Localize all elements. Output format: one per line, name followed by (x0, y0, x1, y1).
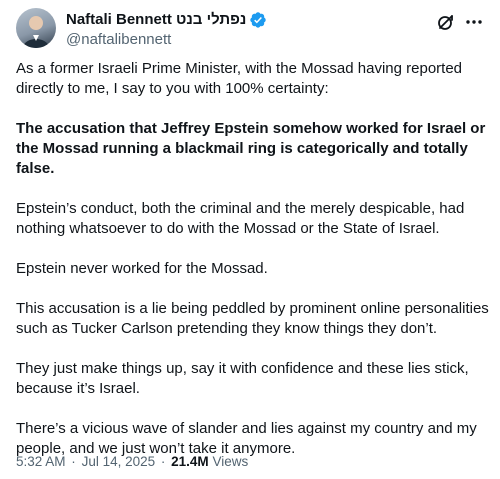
views-count: 21.4M (171, 454, 209, 469)
tweet-paragraph: As a former Israeli Prime Minister, with… (16, 60, 463, 97)
avatar[interactable] (16, 8, 56, 48)
grok-icon[interactable] (436, 12, 456, 32)
tweet-paragraph: They just make things up, say it with co… (16, 360, 469, 397)
author-handle[interactable]: @naftalibennett (66, 30, 267, 49)
meta-separator: · (160, 454, 166, 469)
tweet-date[interactable]: Jul 14, 2025 (82, 454, 156, 469)
tweet-time[interactable]: 5:32 AM (16, 454, 66, 469)
tweet-meta: 5:32 AM · Jul 14, 2025 · 21.4M Views (16, 453, 248, 471)
avatar-image (23, 16, 49, 48)
meta-separator: · (71, 454, 76, 469)
tweet-body: As a former Israeli Prime Minister, with… (16, 59, 490, 479)
author-block: Naftali Bennett נפתלי בנט @naftalibennet… (66, 10, 267, 49)
views-label: Views (212, 454, 249, 469)
tweet: Naftali Bennett נפתלי בנט @naftalibennet… (0, 0, 500, 476)
verified-badge-icon (249, 11, 267, 29)
tweet-paragraph: Epstein never worked for the Mossad. (16, 260, 268, 277)
tweet-header: Naftali Bennett נפתלי בנט @naftalibennet… (16, 6, 484, 52)
tweet-paragraph-bold: The accusation that Jeffrey Epstein some… (16, 120, 486, 177)
author-display-name[interactable]: Naftali Bennett נפתלי בנט (66, 10, 246, 29)
tweet-paragraph: Epstein’s conduct, both the criminal and… (16, 200, 465, 237)
header-actions (428, 12, 484, 32)
tweet-paragraph: This accusation is a lie being peddled b… (16, 300, 489, 337)
more-options-icon[interactable] (464, 12, 484, 32)
